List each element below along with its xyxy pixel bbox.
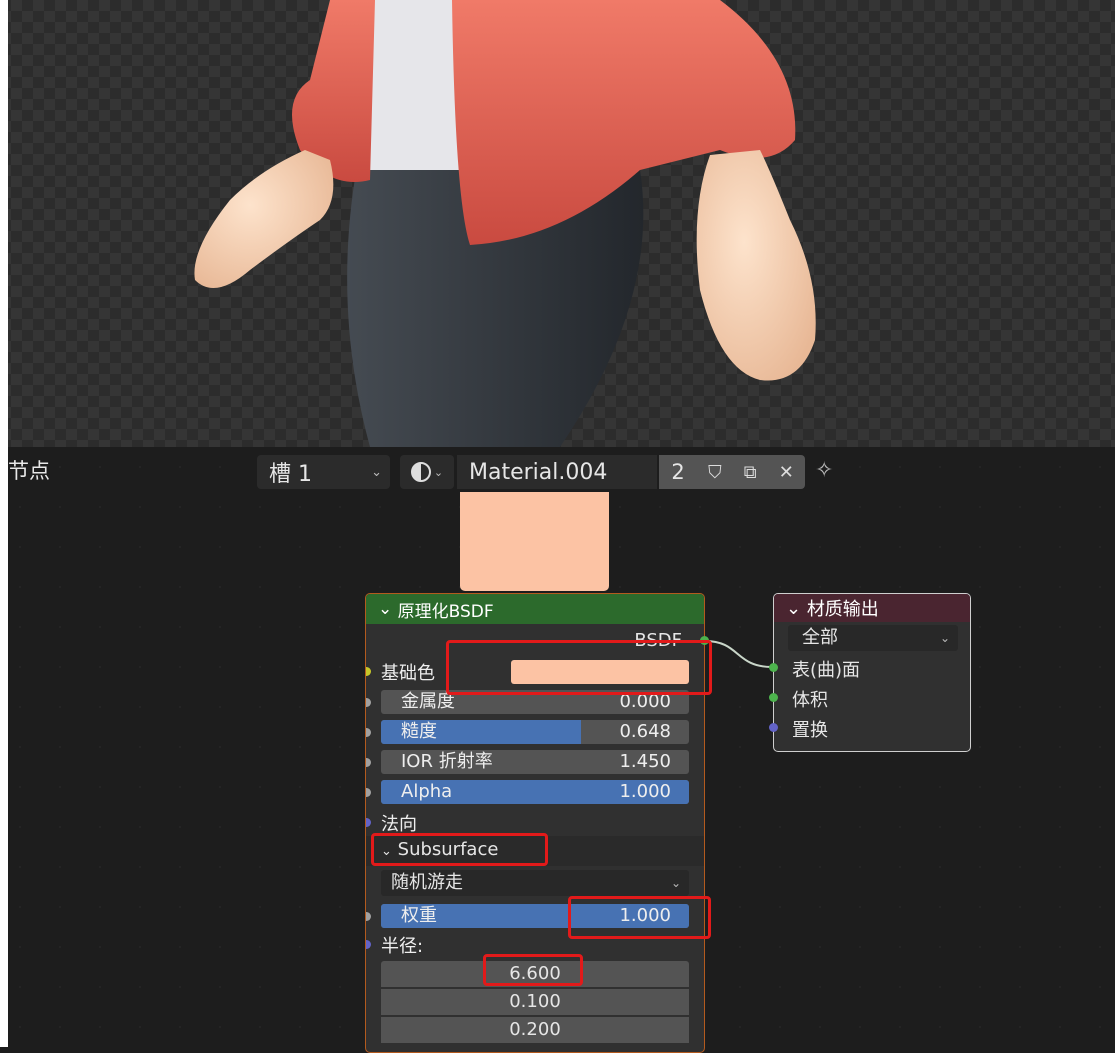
node-title: 原理化BSDF: [397, 601, 494, 622]
highlight-subsurface: [371, 833, 548, 866]
alpha-value: 1.000: [619, 781, 671, 802]
metallic-socket[interactable]: [366, 698, 371, 707]
alpha-label: Alpha: [401, 781, 453, 802]
weight-label: 权重: [401, 905, 437, 926]
node-header[interactable]: ⌄ 原理化BSDF: [366, 594, 704, 624]
roughness-socket[interactable]: [366, 728, 371, 737]
highlight-radius: [483, 954, 583, 986]
output-target-value: 全部: [802, 627, 838, 648]
output-node-title: 材质输出: [806, 599, 879, 620]
chevron-down-icon: ⌄: [939, 631, 950, 645]
ior-value: 1.450: [619, 751, 671, 772]
window-edge: [0, 0, 8, 1047]
radius-socket[interactable]: [366, 940, 371, 949]
collapse-icon[interactable]: ⌄: [378, 599, 398, 619]
surface-input-socket[interactable]: [769, 663, 778, 672]
surface-input-label: 表(曲)面: [792, 660, 861, 681]
volume-input-label: 体积: [792, 690, 828, 711]
alpha-socket[interactable]: [366, 788, 371, 797]
volume-input-socket[interactable]: [769, 693, 778, 702]
roughness-label: 糙度: [401, 721, 437, 742]
radius-y-field[interactable]: 0.100: [381, 989, 689, 1015]
displacement-input-socket[interactable]: [769, 723, 778, 732]
output-target-dropdown[interactable]: 全部 ⌄: [788, 625, 958, 651]
base-color-label: 基础色: [381, 663, 435, 684]
highlight-weight: [568, 896, 711, 939]
displacement-input-label: 置换: [792, 720, 828, 741]
base-color-socket[interactable]: [366, 667, 371, 676]
subsurface-method-dropdown[interactable]: 随机游走 ⌄: [381, 870, 689, 896]
radius-z-field[interactable]: 0.200: [381, 1017, 689, 1043]
node-header[interactable]: ⌄ 材质输出: [774, 594, 970, 622]
roughness-value: 0.648: [619, 721, 671, 742]
collapse-icon[interactable]: ⌄: [786, 598, 807, 619]
material-output-node[interactable]: ⌄ 材质输出 全部 ⌄ 表(曲)面 体积 置换: [773, 593, 971, 752]
bsdf-to-surface-link: [704, 640, 773, 668]
normal-socket[interactable]: [366, 818, 371, 827]
ior-socket[interactable]: [366, 758, 371, 767]
alpha-field[interactable]: Alpha 1.000: [381, 780, 689, 804]
chevron-down-icon: ⌄: [670, 876, 681, 890]
roughness-field[interactable]: 糙度 0.648: [381, 720, 689, 744]
ior-label: IOR 折射率: [401, 751, 493, 772]
highlight-base-color: [446, 640, 712, 695]
weight-socket[interactable]: [366, 912, 371, 921]
subsurface-method-value: 随机游走: [391, 872, 463, 893]
radius-label: 半径:: [381, 936, 424, 957]
ior-field[interactable]: IOR 折射率 1.450: [381, 750, 689, 774]
